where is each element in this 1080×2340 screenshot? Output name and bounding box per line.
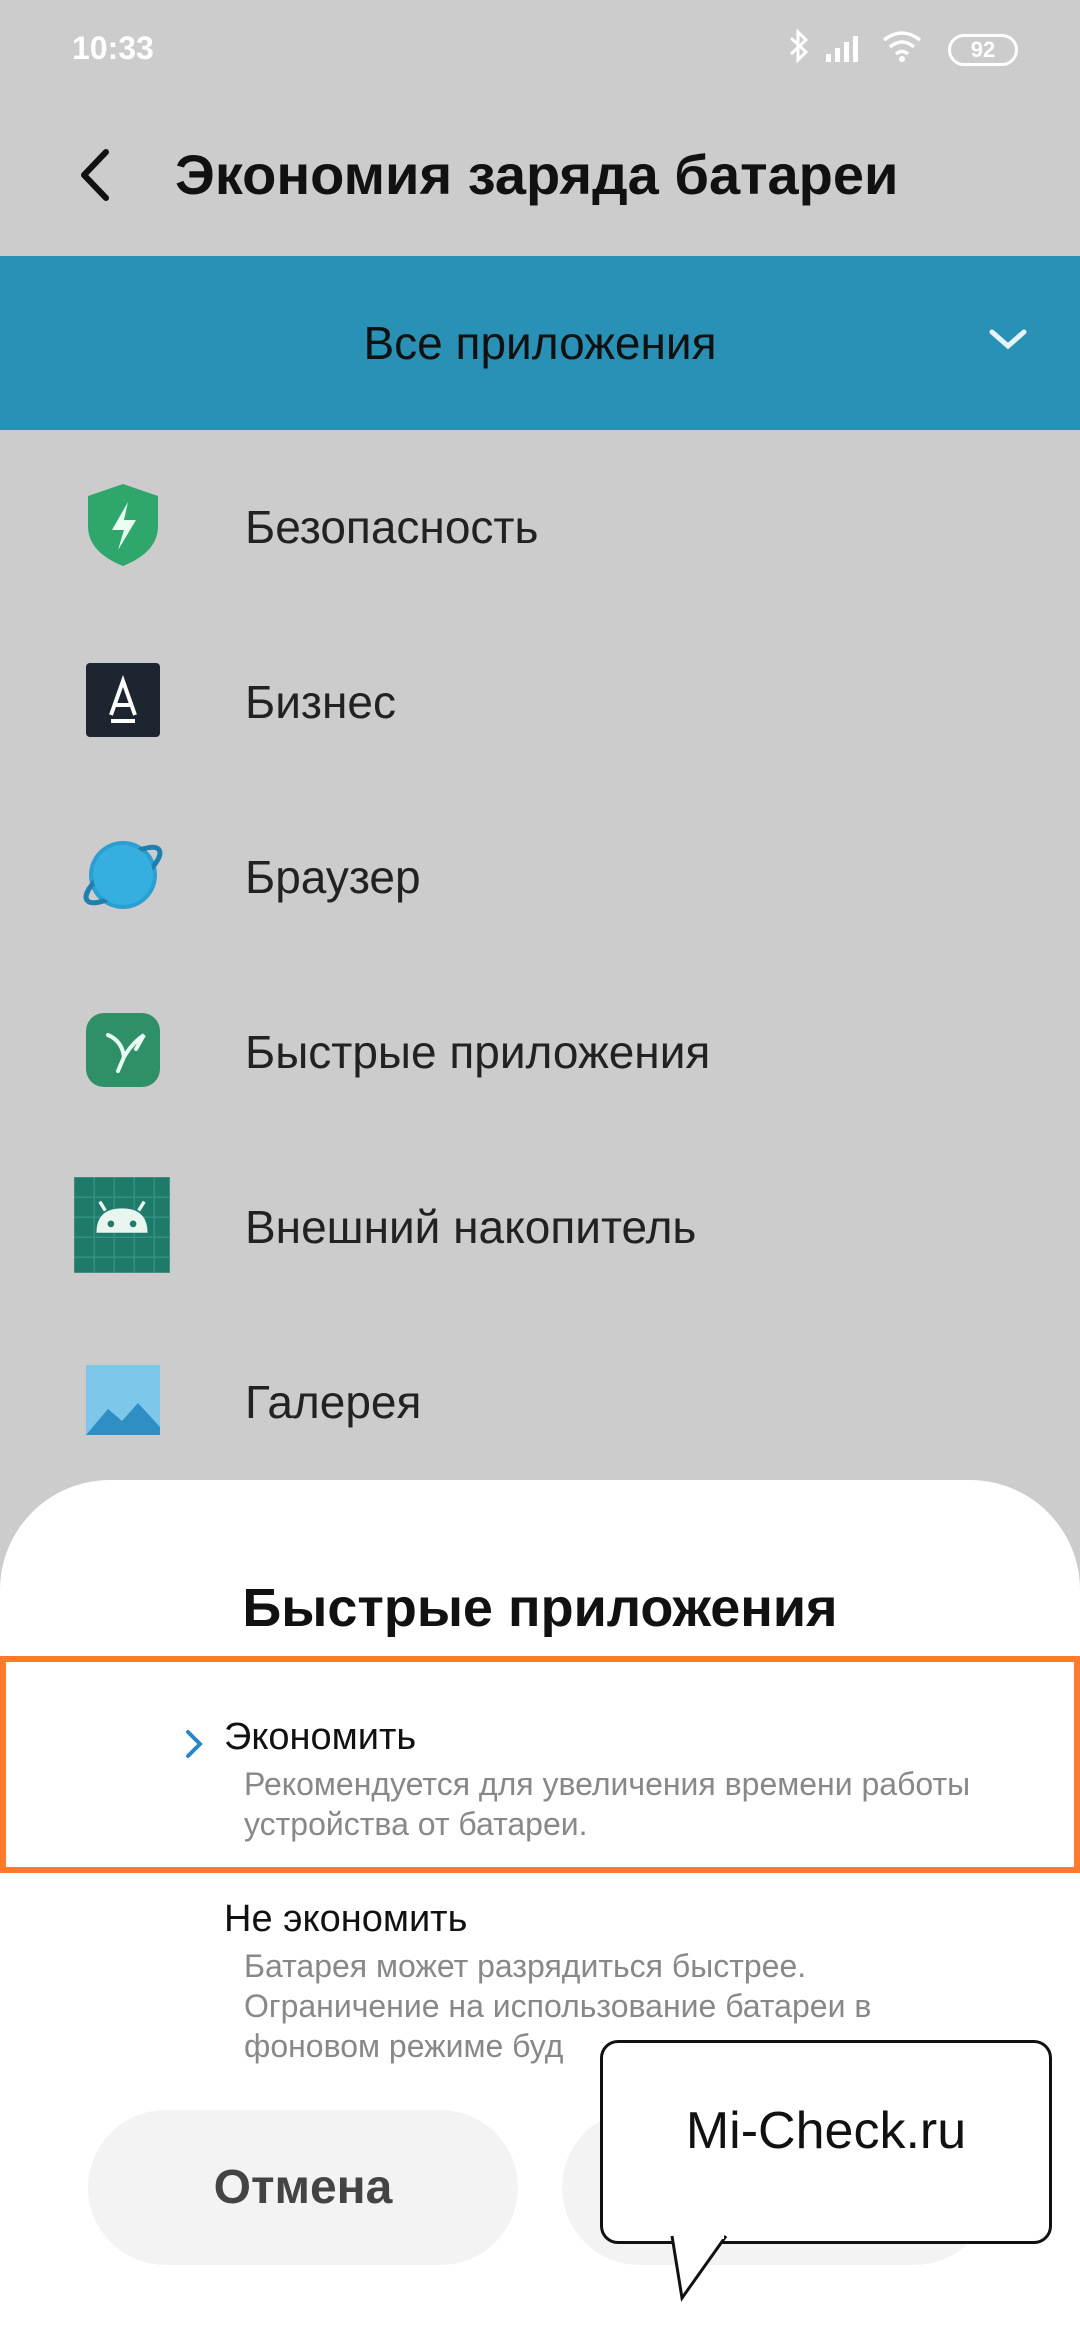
status-time: 10:33 bbox=[72, 30, 154, 66]
list-item[interactable]: Безопасность bbox=[0, 430, 1080, 605]
chevron-right-icon bbox=[186, 1730, 203, 1758]
option-save-description: Рекомендуется для увеличения времени раб… bbox=[244, 1766, 971, 1842]
list-item-label: Галерея bbox=[245, 1376, 422, 1428]
callout-tail bbox=[670, 2234, 728, 2302]
cancel-button[interactable]: Отмена bbox=[88, 2110, 518, 2265]
option-save-highlight[interactable]: Экономить Рекомендуется для увеличения в… bbox=[0, 1656, 1080, 1873]
back-arrow-icon[interactable] bbox=[70, 140, 120, 210]
list-item[interactable]: Галерея bbox=[0, 1305, 1080, 1480]
watermark-callout: Mi-Check.ru bbox=[600, 2040, 1052, 2244]
list-item[interactable]: Внешний накопитель bbox=[0, 1130, 1080, 1305]
gallery-image-icon bbox=[86, 1365, 160, 1435]
option-no-save-title: Не экономить bbox=[224, 1898, 468, 1940]
list-item-label: Безопасность bbox=[245, 501, 539, 553]
option-save-title: Экономить bbox=[224, 1716, 417, 1758]
security-shield-icon bbox=[88, 484, 158, 566]
signal-icon bbox=[826, 36, 858, 62]
watermark-text: Mi-Check.ru bbox=[685, 2102, 967, 2160]
sheet-title: Быстрые приложения bbox=[242, 1578, 838, 1638]
filter-label: Все приложения bbox=[363, 317, 717, 369]
page-title: Экономия заряда батареи bbox=[175, 143, 899, 206]
bluetooth-icon bbox=[789, 28, 809, 64]
list-item[interactable]: Браузер bbox=[0, 780, 1080, 955]
business-a-icon bbox=[86, 663, 160, 737]
status-bar: 10:33 92 bbox=[0, 0, 1080, 100]
chevron-down-icon bbox=[989, 329, 1027, 350]
filter-dropdown[interactable]: Все приложения bbox=[0, 256, 1080, 430]
list-item-label: Быстрые приложения bbox=[245, 1026, 711, 1078]
list-item[interactable]: Бизнес bbox=[0, 605, 1080, 780]
quick-apps-bird-icon bbox=[86, 1013, 160, 1087]
battery-indicator: 92 bbox=[948, 34, 1018, 66]
list-item-label: Бизнес bbox=[245, 676, 396, 728]
android-storage-icon bbox=[74, 1177, 170, 1273]
wifi-icon bbox=[882, 31, 922, 62]
header: Экономия заряда батареи bbox=[0, 100, 1080, 256]
list-item-label: Внешний накопитель bbox=[245, 1201, 697, 1253]
list-item-label: Браузер bbox=[245, 851, 421, 903]
status-icons: 92 bbox=[788, 28, 1018, 72]
list-item[interactable]: Быстрые приложения bbox=[0, 955, 1080, 1130]
browser-planet-icon bbox=[83, 841, 163, 909]
